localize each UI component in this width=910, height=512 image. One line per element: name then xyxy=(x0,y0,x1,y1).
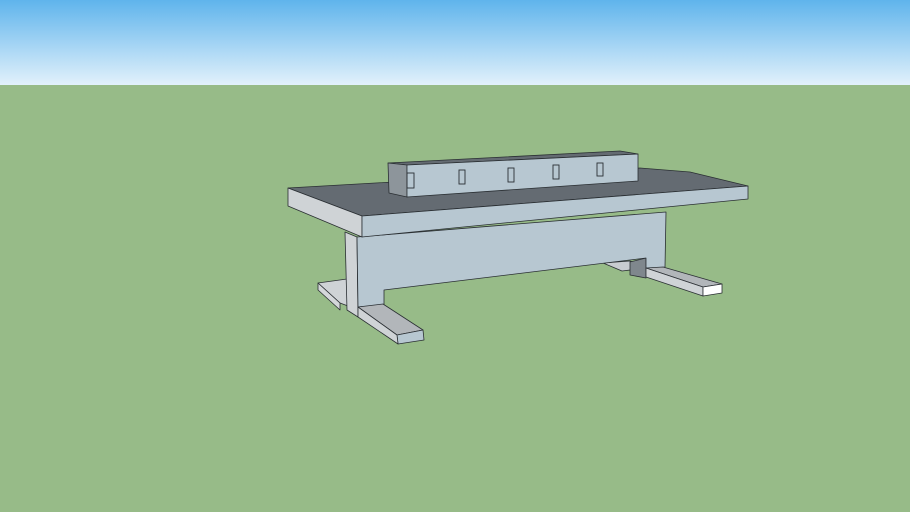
shelf-side xyxy=(387,162,408,198)
sky xyxy=(0,0,910,85)
left-leg-side xyxy=(344,231,359,318)
ground xyxy=(0,85,910,512)
body-gap xyxy=(629,257,647,279)
3d-viewport[interactable] xyxy=(0,0,910,512)
